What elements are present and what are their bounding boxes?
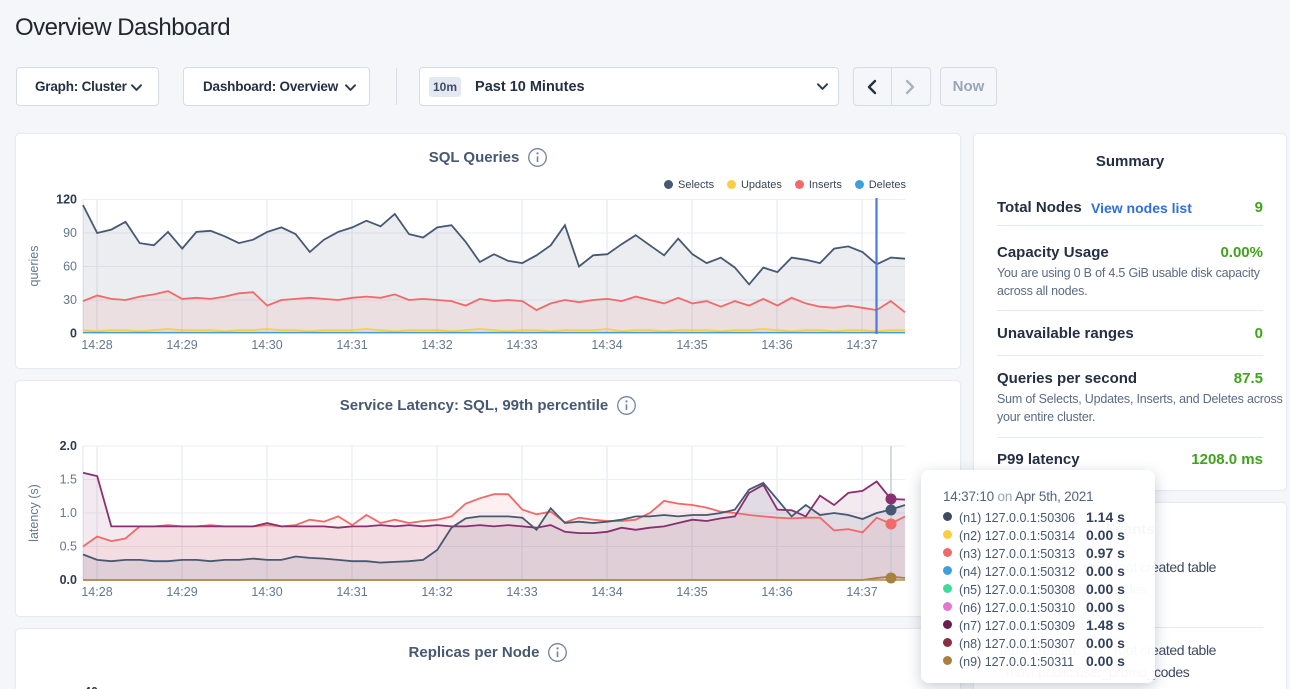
svg-text:14:29: 14:29	[166, 585, 197, 599]
svg-text:14:37: 14:37	[846, 338, 877, 352]
svg-text:120: 120	[56, 193, 77, 207]
svg-text:14:33: 14:33	[506, 585, 537, 599]
svg-text:2.0: 2.0	[60, 439, 77, 453]
svg-text:90: 90	[63, 226, 77, 240]
svg-text:1.5: 1.5	[60, 473, 77, 487]
svg-text:14:37: 14:37	[846, 585, 877, 599]
svg-text:0.0: 0.0	[60, 573, 77, 587]
svg-text:0.5: 0.5	[60, 540, 77, 554]
svg-text:14:28: 14:28	[81, 338, 112, 352]
svg-text:queries: queries	[27, 246, 41, 287]
svg-text:14:33: 14:33	[506, 338, 537, 352]
svg-text:14:30: 14:30	[251, 338, 282, 352]
svg-text:14:35: 14:35	[676, 338, 707, 352]
svg-text:14:34: 14:34	[591, 585, 622, 599]
svg-text:14:35: 14:35	[676, 585, 707, 599]
svg-text:14:34: 14:34	[591, 338, 622, 352]
svg-text:14:32: 14:32	[421, 585, 452, 599]
svg-text:14:31: 14:31	[336, 338, 367, 352]
svg-text:0: 0	[70, 327, 77, 341]
svg-text:14:32: 14:32	[421, 338, 452, 352]
svg-text:14:28: 14:28	[81, 585, 112, 599]
svg-text:30: 30	[63, 293, 77, 307]
svg-text:14:30: 14:30	[251, 585, 282, 599]
svg-text:14:36: 14:36	[761, 585, 792, 599]
svg-text:1.0: 1.0	[60, 506, 77, 520]
svg-text:14:29: 14:29	[166, 338, 197, 352]
svg-text:60: 60	[63, 260, 77, 274]
svg-text:latency (s): latency (s)	[27, 484, 41, 542]
svg-text:14:31: 14:31	[336, 585, 367, 599]
svg-text:14:36: 14:36	[761, 338, 792, 352]
